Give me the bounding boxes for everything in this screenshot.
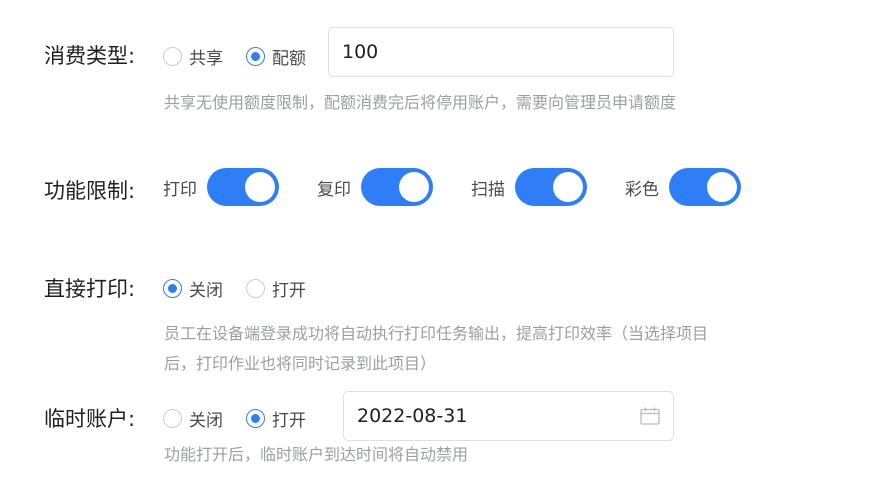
option-label: 配额 — [272, 49, 306, 69]
function-copy: 复印 — [317, 168, 433, 206]
copy-toggle[interactable] — [361, 168, 433, 206]
print-toggle[interactable] — [207, 168, 279, 206]
calendar-icon[interactable] — [640, 407, 660, 425]
consumption-type-label: 消费类型: — [44, 44, 136, 68]
option-label: 关闭 — [189, 281, 223, 301]
radio-icon[interactable] — [163, 409, 182, 428]
scan-toggle[interactable] — [515, 168, 587, 206]
function-copy-label: 复印 — [317, 179, 351, 200]
radio-checked-icon[interactable] — [246, 409, 265, 428]
option-label: 关闭 — [189, 411, 223, 431]
radio-checked-icon[interactable] — [163, 279, 182, 298]
direct-print-label: 直接打印: — [44, 277, 136, 301]
radio-icon[interactable] — [163, 47, 182, 66]
function-scan: 扫描 — [471, 168, 587, 206]
direct-print-hint-line2: 后，打印作业也将同时记录到此项目） — [164, 354, 437, 373]
option-label: 共享 — [189, 49, 223, 69]
radio-checked-icon[interactable] — [246, 47, 265, 66]
option-label: 打开 — [272, 281, 306, 301]
direct-print-option-on[interactable]: 打开 — [246, 276, 306, 301]
temp-account-option-off[interactable]: 关闭 — [163, 406, 223, 431]
consumption-option-shared[interactable]: 共享 — [163, 44, 223, 69]
function-color-label: 彩色 — [625, 179, 659, 200]
color-toggle[interactable] — [669, 168, 741, 206]
expiry-date-picker[interactable]: 2022-08-31 — [343, 391, 674, 441]
temp-account-hint: 功能打开后，临时账户到达时间将自动禁用 — [164, 445, 469, 464]
quota-input[interactable]: 100 — [328, 27, 674, 77]
temp-account-option-on[interactable]: 打开 — [246, 406, 306, 431]
function-limit-label: 功能限制: — [44, 179, 136, 203]
quota-value: 100 — [342, 41, 379, 63]
option-label: 打开 — [272, 411, 306, 431]
temp-account-label: 临时账户: — [44, 407, 136, 431]
direct-print-option-off[interactable]: 关闭 — [163, 276, 223, 301]
expiry-date-value: 2022-08-31 — [357, 405, 468, 427]
consumption-option-quota[interactable]: 配额 — [246, 44, 306, 69]
function-print: 打印 — [163, 168, 279, 206]
function-color: 彩色 — [625, 168, 741, 206]
direct-print-hint-line1: 员工在设备端登录成功将自动执行打印任务输出，提高打印效率（当选择项目 — [164, 324, 709, 343]
function-scan-label: 扫描 — [471, 179, 505, 200]
consumption-hint: 共享无使用额度限制，配额消费完后将停用账户，需要向管理员申请额度 — [164, 93, 677, 112]
radio-icon[interactable] — [246, 279, 265, 298]
function-print-label: 打印 — [163, 179, 197, 200]
